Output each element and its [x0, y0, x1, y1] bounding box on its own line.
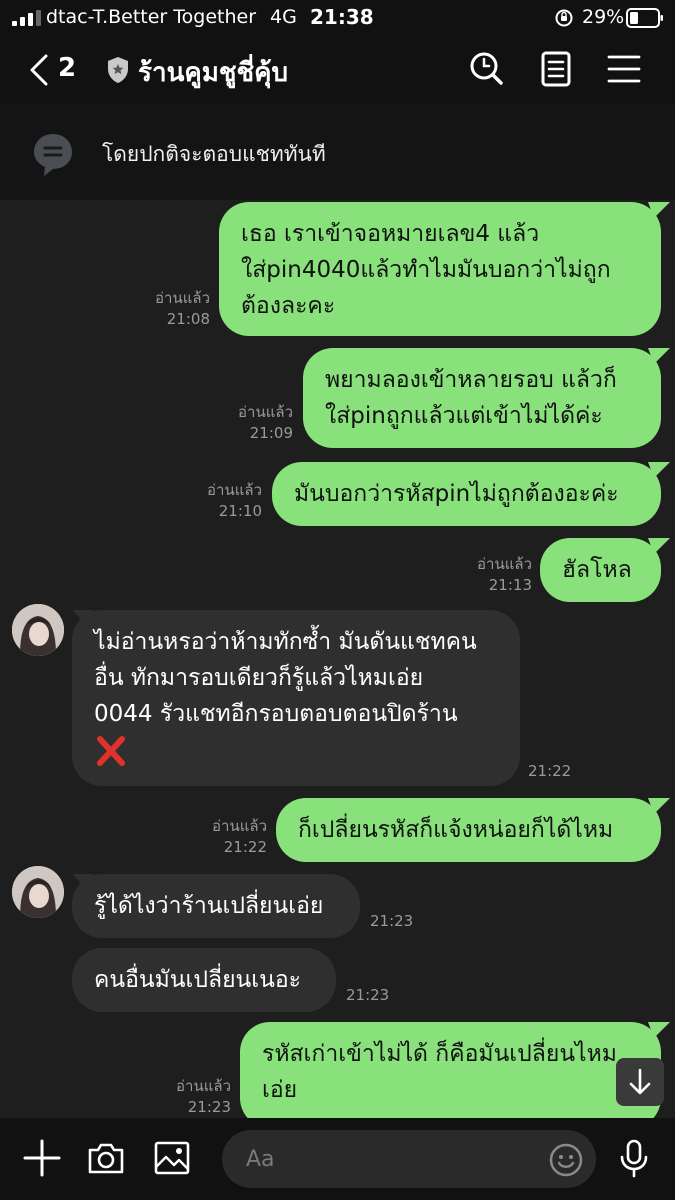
- bubble-tail: [648, 1022, 670, 1038]
- message-line: คนอื่นมันเปลี่ยนเนอะ: [94, 967, 302, 993]
- message-line: รู้ได้ไงว่าร้านเปลี่ยนเอ่ย: [94, 893, 324, 919]
- outgoing-message[interactable]: ก็เปลี่ยนรหัสก็แจ้งหน่อยก็ได้ไหม: [276, 798, 661, 862]
- message-time: 21:23: [370, 912, 414, 930]
- message-line: ใส่pin4040แล้วทำไมมันบอกว่าไม่ถูก: [241, 257, 611, 283]
- notice-text: โดยปกติจะตอบแชททันที: [102, 142, 326, 166]
- read-receipt: อ่านแล้ว: [207, 481, 262, 499]
- message-line: ฮัลโหล: [562, 557, 632, 583]
- battery-icon: [626, 8, 663, 28]
- read-receipt: อ่านแล้ว: [155, 289, 210, 307]
- message-line: เอ่ย: [262, 1077, 298, 1103]
- avatar[interactable]: [12, 866, 64, 918]
- message-time: 21:09: [249, 424, 293, 442]
- message-time: 21:10: [218, 502, 262, 520]
- message-line: 0044 รัวแชทอีกรอบตอบตอนปิดร้าน: [94, 701, 458, 727]
- network-type: 4G: [270, 6, 297, 28]
- outgoing-message[interactable]: พยามลองเข้าหลายรอบ แล้วก็ ใส่pinถูกแล้วแ…: [303, 348, 661, 448]
- message-input-bar: [0, 1118, 675, 1200]
- message-time: 21:08: [166, 310, 210, 328]
- bubble-tail: [72, 610, 94, 626]
- emoji-icon[interactable]: [548, 1142, 584, 1178]
- incoming-message[interactable]: คนอื่นมันเปลี่ยนเนอะ: [72, 948, 336, 1012]
- message-line: พยามลองเข้าหลายรอบ แล้วก็: [325, 367, 617, 393]
- plus-icon[interactable]: [22, 1138, 62, 1178]
- image-icon[interactable]: [152, 1138, 192, 1178]
- response-notice: โดยปกติจะตอบแชททันที: [0, 104, 675, 200]
- message-input[interactable]: [222, 1130, 596, 1188]
- message-line: ไม่อ่านหรอว่าห้ามทักซ้ำ มันดันแชทคน: [94, 629, 477, 655]
- incoming-message[interactable]: ไม่อ่านหรอว่าห้ามทักซ้ำ มันดันแชทคน อื่น…: [72, 610, 520, 786]
- avatar[interactable]: [12, 604, 64, 656]
- message-line: อื่น ทักมารอบเดียวก็รู้แล้วไหมเอ่ย: [94, 665, 424, 691]
- shield-star-icon: [108, 57, 128, 83]
- carrier-name: dtac-T.Better Together: [46, 6, 257, 28]
- message-meta: อ่านแล้ว 21:10: [182, 480, 262, 522]
- bubble-tail: [648, 538, 670, 554]
- avatar-image: [12, 604, 64, 656]
- message-line: ก็เปลี่ยนรหัสก็แจ้งหน่อยก็ได้ไหม: [298, 817, 614, 843]
- back-chevron-icon[interactable]: [28, 54, 50, 86]
- message-line: ต้องละคะ: [241, 293, 336, 319]
- bubble-tail: [648, 798, 670, 814]
- avatar-image: [12, 866, 64, 918]
- status-bar: dtac-T.Better Together 4G 21:38 29%: [0, 0, 675, 36]
- chat-bubble-icon: [34, 134, 72, 176]
- chat-header: 2 ร้านคูมชูชี่คุ้บ: [0, 36, 675, 104]
- message-meta: อ่านแล้ว 21:13: [452, 554, 532, 596]
- menu-icon[interactable]: [606, 50, 642, 88]
- unread-count[interactable]: 2: [58, 53, 76, 83]
- message-line: มันบอกว่ารหัสpinไม่ถูกต้องอะค่ะ: [294, 481, 619, 507]
- message-time: 21:23: [346, 986, 390, 1004]
- microphone-icon[interactable]: [614, 1138, 654, 1178]
- red-x-icon: [97, 735, 125, 766]
- message-time: 21:22: [528, 762, 572, 780]
- outgoing-message[interactable]: รหัสเก่าเข้าไม่ได้ ก็คือมันเปลี่ยนไหม เอ…: [240, 1022, 661, 1118]
- bubble-tail: [72, 874, 94, 890]
- message-list[interactable]: เธอ เราเข้าจอหมายเลข4 แล้ว ใส่pin4040แล้…: [0, 200, 675, 1118]
- read-receipt: อ่านแล้ว: [477, 555, 532, 573]
- camera-icon[interactable]: [86, 1138, 126, 1178]
- note-icon[interactable]: [538, 50, 574, 88]
- battery-percent: 29%: [582, 6, 625, 28]
- search-icon[interactable]: [468, 50, 504, 88]
- message-time: 21:22: [223, 838, 267, 856]
- bubble-tail: [648, 202, 670, 218]
- message-line: เธอ เราเข้าจอหมายเลข4 แล้ว: [241, 221, 540, 247]
- clock: 21:38: [310, 5, 374, 29]
- signal-icon: [12, 10, 41, 26]
- message-meta: อ่านแล้ว 21:23: [151, 1076, 231, 1118]
- message-time: 21:13: [488, 576, 532, 594]
- read-receipt: อ่านแล้ว: [212, 817, 267, 835]
- scroll-to-bottom-button[interactable]: [616, 1058, 664, 1106]
- read-receipt: อ่านแล้ว: [238, 403, 293, 421]
- message-line: ใส่pinถูกแล้วแต่เข้าไม่ได้ค่ะ: [325, 403, 603, 429]
- chat-title[interactable]: ร้านคูมชูชี่คุ้บ: [138, 52, 288, 93]
- rotation-lock-icon: [555, 9, 573, 27]
- message-meta: อ่านแล้ว 21:22: [187, 816, 267, 858]
- outgoing-message[interactable]: เธอ เราเข้าจอหมายเลข4 แล้ว ใส่pin4040แล้…: [219, 202, 661, 336]
- bubble-tail: [648, 348, 670, 364]
- bubble-tail: [648, 462, 670, 478]
- outgoing-message[interactable]: ฮัลโหล: [540, 538, 661, 602]
- message-line: รหัสเก่าเข้าไม่ได้ ก็คือมันเปลี่ยนไหม: [262, 1041, 617, 1067]
- message-time: 21:23: [187, 1098, 231, 1116]
- arrow-down-icon: [629, 1068, 651, 1095]
- message-meta: อ่านแล้ว 21:08: [130, 288, 210, 330]
- incoming-message[interactable]: รู้ได้ไงว่าร้านเปลี่ยนเอ่ย: [72, 874, 360, 938]
- outgoing-message[interactable]: มันบอกว่ารหัสpinไม่ถูกต้องอะค่ะ: [272, 462, 661, 526]
- read-receipt: อ่านแล้ว: [176, 1077, 231, 1095]
- message-meta: อ่านแล้ว 21:09: [213, 402, 293, 444]
